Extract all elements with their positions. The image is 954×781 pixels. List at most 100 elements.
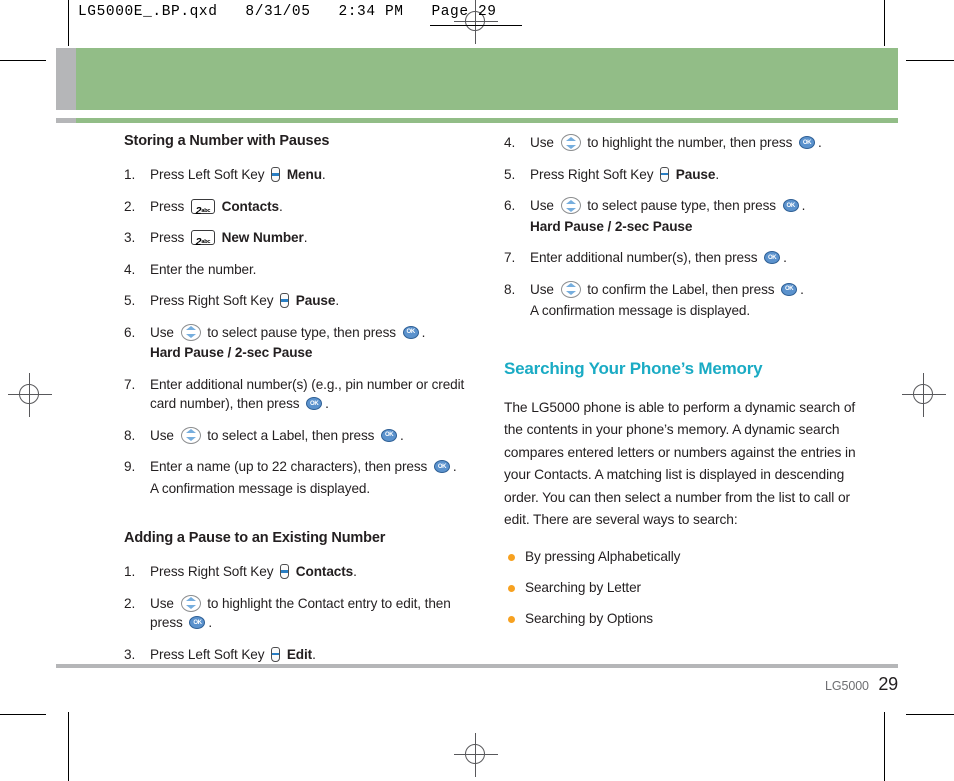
bullet-item: Searching by Options xyxy=(504,610,856,628)
step-emphasis: Menu xyxy=(283,167,322,182)
step-number: 6. xyxy=(504,198,516,213)
step-text: Use to confirm the Label, then press . xyxy=(530,280,804,298)
number-key-2-icon: 2abc xyxy=(190,230,215,248)
banner-bottom-rule xyxy=(56,118,898,123)
step-item: 3. Press Left Soft Key Edit. xyxy=(124,645,476,665)
step-text: Press Left Soft Key Edit. xyxy=(150,646,316,662)
steps-list-storing-number: 1. Press Left Soft Key Menu. 2. Press 2abc … xyxy=(124,165,476,498)
step-item: 1. Press Right Soft Key Contacts. xyxy=(124,562,476,582)
ok-key-icon xyxy=(764,251,781,264)
searching-memory-paragraph: The LG5000 phone is able to perform a dy… xyxy=(504,399,856,528)
step-text: Use to highlight the number, then press … xyxy=(530,134,822,151)
page-footer: LG5000 29 xyxy=(825,674,898,695)
step-item: 2. Use to highlight the Contact entry to … xyxy=(124,594,476,633)
step-number: 2. xyxy=(124,595,136,611)
ok-key-icon xyxy=(189,616,206,629)
ok-key-icon xyxy=(782,199,799,212)
soft-key-icon xyxy=(271,167,281,182)
section-heading-adding-pause: Adding a Pause to an Existing Number xyxy=(124,530,386,546)
steps-list-continued: 4. Use to highlight the number, then pres… xyxy=(504,133,856,321)
step-subnote: A confirmation message is displayed. xyxy=(150,480,371,496)
crop-frame-line-left xyxy=(68,0,69,46)
step-emphasis: Edit xyxy=(283,646,313,662)
nav-updown-icon xyxy=(180,323,201,341)
crop-frame-line-right xyxy=(884,0,885,46)
step-text: Enter the number. xyxy=(150,261,257,277)
step-item: 5. Press Right Soft Key Pause. xyxy=(124,291,476,311)
banner-gray-tab xyxy=(56,48,76,110)
prepress-file-slug: LG5000E_.BP.qxd 8/31/05 2:34 PM Page 29 xyxy=(78,4,497,20)
registration-mark-right xyxy=(902,373,946,417)
search-methods-bullet-list: By pressing Alphabetically Searching by L… xyxy=(504,548,856,628)
step-number: 3. xyxy=(124,646,136,662)
step-item: 7. Enter additional number(s), then press… xyxy=(504,248,856,268)
section-heading-searching-memory: Searching Your Phone’s Memory xyxy=(504,358,763,378)
step-number: 1. xyxy=(124,564,136,579)
step-text: Enter additional number(s) (e.g., pin nu… xyxy=(150,377,464,412)
step-item: 1. Press Left Soft Key Menu. xyxy=(124,165,476,185)
step-number: 1. xyxy=(124,167,136,182)
step-subnote-bold: Hard Pause / 2-sec Pause xyxy=(530,218,693,234)
slug-underline-rule xyxy=(430,25,522,26)
step-text: Enter a name (up to 22 characters), then… xyxy=(150,459,457,474)
step-item: 4. Use to highlight the number, then pres… xyxy=(504,133,856,153)
step-text: Use to select pause type, then press . xyxy=(150,323,425,341)
step-item: 9. Enter a name (up to 22 characters), th… xyxy=(124,457,476,498)
step-text: Press Right Soft Key Contacts. xyxy=(150,564,357,579)
ok-key-icon xyxy=(799,136,815,149)
step-emphasis: Pause xyxy=(292,293,336,308)
footer-rule xyxy=(56,664,898,668)
banner-rule-green-field xyxy=(76,118,898,123)
step-number: 4. xyxy=(504,135,516,150)
step-subnote: A confirmation message is displayed. xyxy=(530,303,751,318)
nav-updown-icon xyxy=(180,426,201,444)
crop-frame-line-bot-right xyxy=(906,714,954,715)
step-number: 7. xyxy=(124,376,136,392)
step-number: 4. xyxy=(124,261,136,277)
ok-key-icon xyxy=(306,397,323,410)
step-subnote-bold: Hard Pause / 2-sec Pause xyxy=(150,345,313,360)
bullet-item: Searching by Letter xyxy=(504,579,856,597)
ok-key-icon xyxy=(381,428,398,442)
step-number: 8. xyxy=(124,427,136,443)
step-item: 3. Press 2abc New Number. xyxy=(124,228,476,248)
crop-frame-line-top-right xyxy=(906,60,954,61)
step-number: 5. xyxy=(124,293,136,308)
step-item: 8. Use to select a Label, then press . xyxy=(124,426,476,446)
step-item: 6. Use to select pause type, then press .… xyxy=(124,323,476,363)
step-text: Press 2abc New Number. xyxy=(150,230,308,248)
step-text: Press Right Soft Key Pause. xyxy=(530,166,720,182)
step-text: Use to highlight the Contact entry to ed… xyxy=(150,594,451,630)
steps-list-adding-pause: 1. Press Right Soft Key Contacts. 2. Use to… xyxy=(124,562,476,664)
step-text: Use to select a Label, then press . xyxy=(150,426,404,444)
step-item: 6. Use to select pause type, then press .… xyxy=(504,196,856,236)
registration-mark-left xyxy=(8,373,52,417)
step-item: 2. Press 2abc Contacts. xyxy=(124,197,476,217)
soft-key-icon xyxy=(271,646,281,662)
right-column: 4. Use to highlight the number, then pres… xyxy=(504,133,856,641)
step-text: Press Left Soft Key Menu. xyxy=(150,167,326,182)
left-column: Storing a Number with Pauses 1. Press Lef… xyxy=(124,133,476,676)
soft-key-icon xyxy=(280,293,290,308)
step-number: 7. xyxy=(504,250,516,265)
bullet-item: By pressing Alphabetically xyxy=(504,548,856,566)
step-text: Use to select pause type, then press . xyxy=(530,197,805,214)
section-heading-storing-number: Storing a Number with Pauses xyxy=(124,133,330,149)
step-emphasis: Contacts xyxy=(292,564,354,579)
step-number: 9. xyxy=(124,459,136,474)
step-emphasis: Contacts xyxy=(217,198,279,214)
ok-key-icon xyxy=(781,282,798,296)
banner-rule-gray-tab xyxy=(56,118,76,123)
crop-frame-line-top-left xyxy=(0,60,46,61)
step-text: Press 2abc Contacts. xyxy=(150,198,283,217)
soft-key-icon xyxy=(660,166,670,182)
step-emphasis: New Number xyxy=(217,230,304,245)
ok-key-icon xyxy=(402,325,419,339)
step-item: 4. Enter the number. xyxy=(124,260,476,280)
ok-key-icon xyxy=(433,460,450,473)
registration-mark-bottom xyxy=(454,733,498,777)
crop-frame-line-left-lower xyxy=(68,712,69,781)
step-text: Press Right Soft Key Pause. xyxy=(150,293,340,308)
step-number: 6. xyxy=(124,324,136,340)
nav-updown-icon xyxy=(560,134,581,151)
